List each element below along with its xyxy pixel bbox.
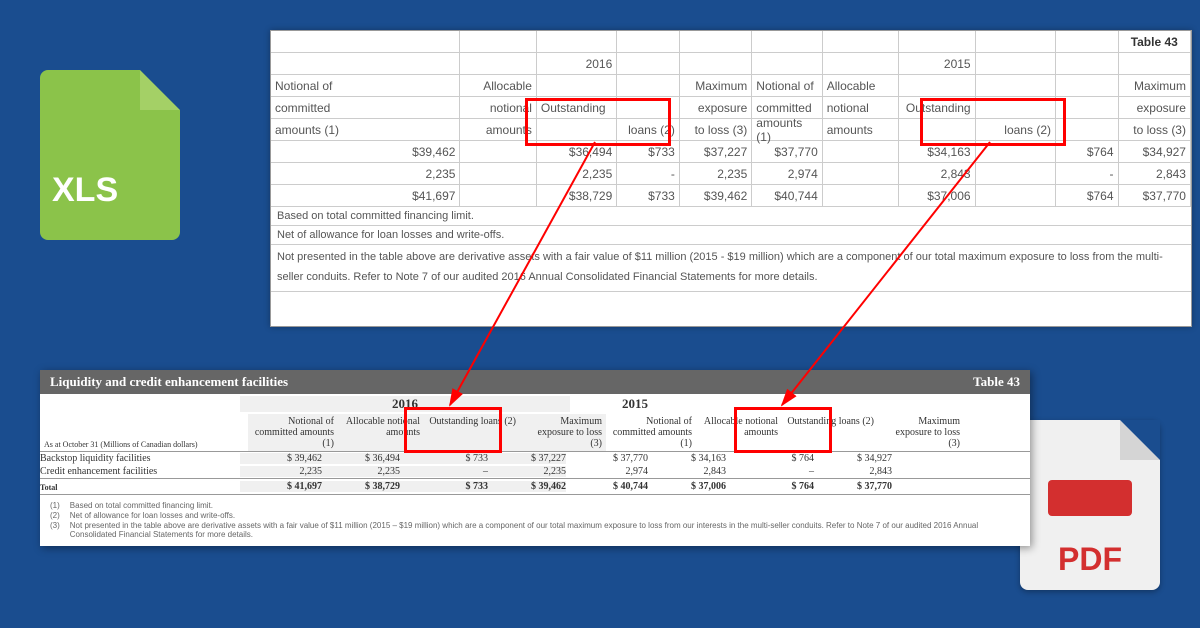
xls-label: XLS xyxy=(52,171,118,210)
xls-table: Table 43 20162015 Notional ofAllocableMa… xyxy=(270,30,1192,327)
note-2: Net of allowance for loan losses and wri… xyxy=(271,226,1191,245)
table-total: Total $ 41,697$ 38,729$ 733$ 39,462 $ 40… xyxy=(40,478,1030,495)
table-row: Backstop liquidity facilities $ 39,462$ … xyxy=(40,452,1030,465)
table-title: Liquidity and credit enhancement facilit… xyxy=(50,374,288,390)
table-label: Table 43 xyxy=(1119,31,1191,52)
footnotes: (1)Based on total committed financing li… xyxy=(40,495,1030,546)
note-1: Based on total committed financing limit… xyxy=(271,207,1191,226)
note-3: Not presented in the table above are der… xyxy=(271,245,1191,292)
pdf-label: PDF xyxy=(1030,541,1150,578)
xls-icon: XLS xyxy=(40,70,180,240)
table-label: Table 43 xyxy=(973,374,1020,390)
pdf-table: Liquidity and credit enhancement facilit… xyxy=(40,370,1030,546)
table-row: Credit enhancement facilities 2,2352,235… xyxy=(40,465,1030,478)
pdf-icon: PDF xyxy=(1020,420,1160,590)
